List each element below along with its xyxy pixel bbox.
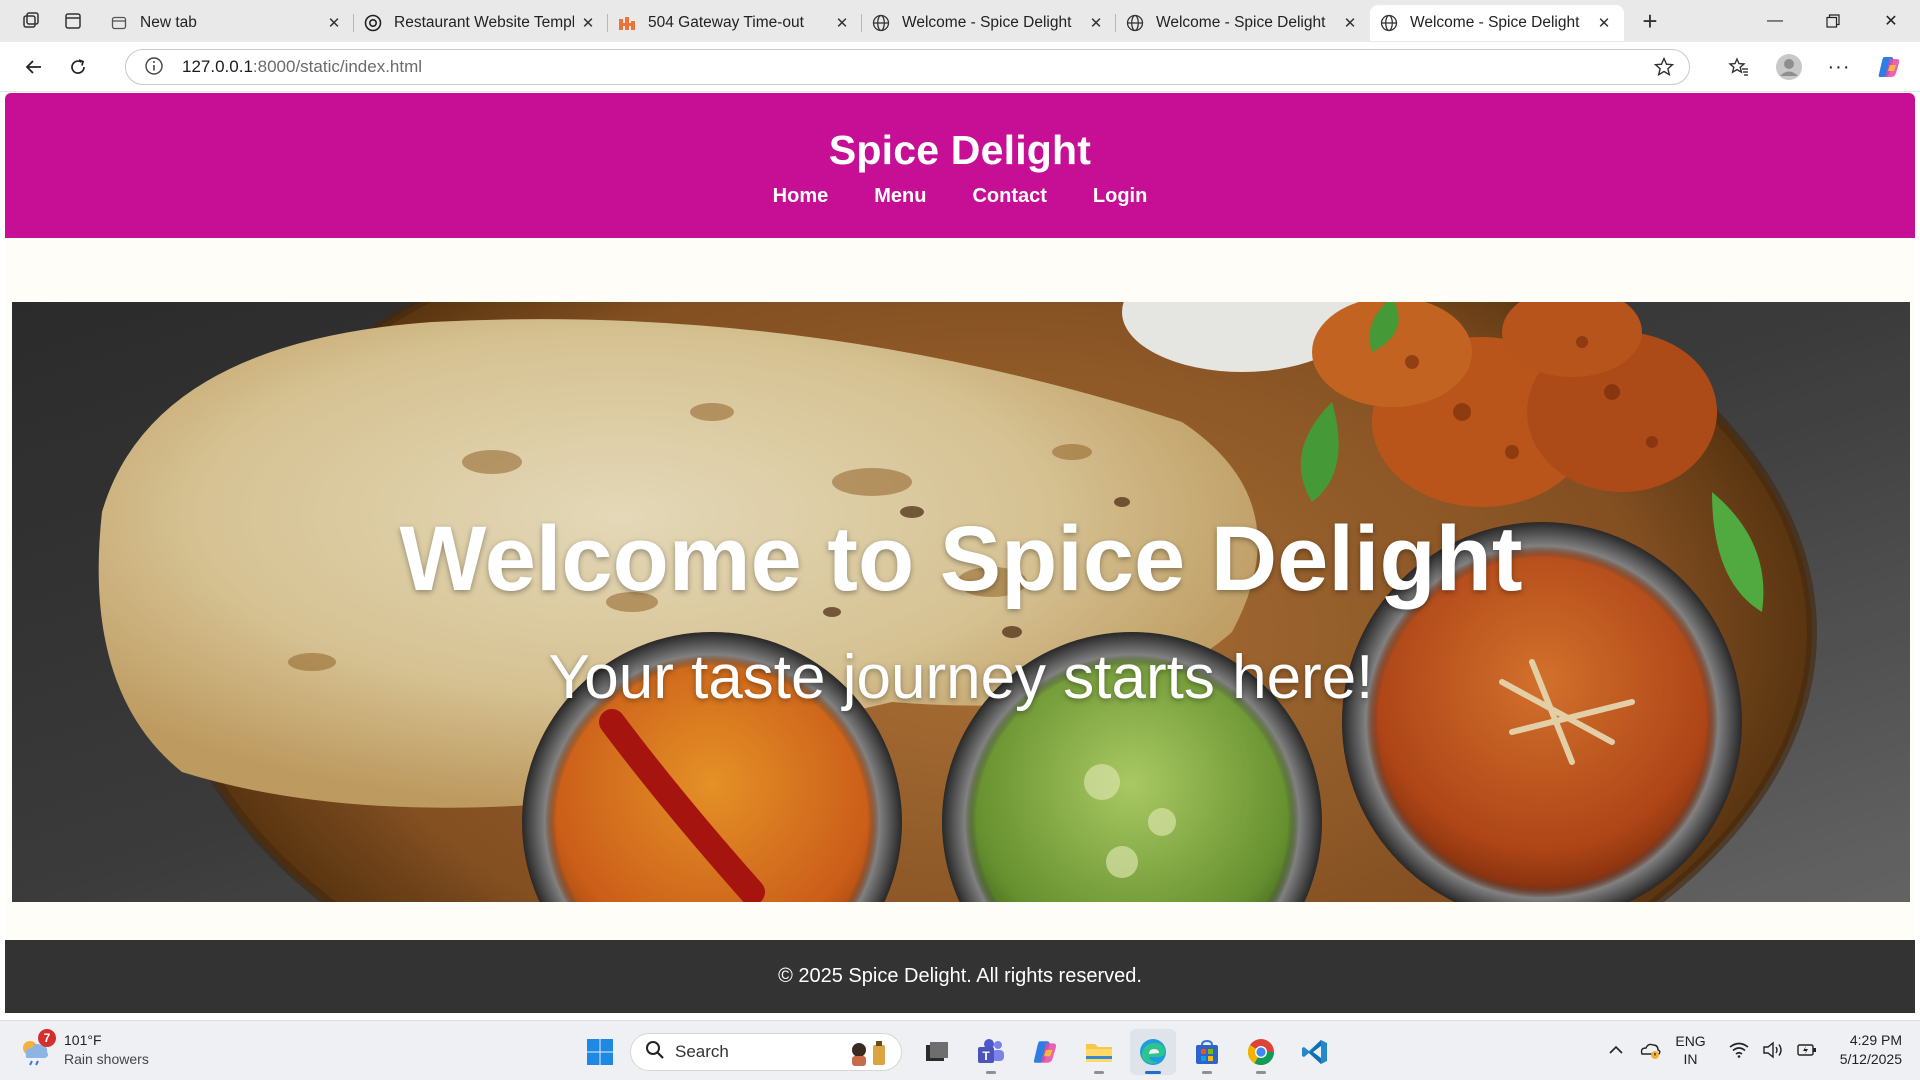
footer-copyright: © 2025 Spice Delight. All rights reserve… (778, 965, 1142, 987)
back-arrow-icon[interactable] (12, 47, 56, 87)
battery-icon[interactable] (1792, 1032, 1822, 1068)
running-indicator (1202, 1071, 1212, 1074)
more-options-icon[interactable]: ··· (1814, 47, 1864, 87)
close-window-icon[interactable]: ✕ (1862, 0, 1920, 42)
clock-time: 4:29 PM (1849, 1032, 1902, 1048)
minimize-icon[interactable]: — (1746, 0, 1804, 42)
task-view-icon[interactable] (914, 1029, 960, 1075)
close-icon[interactable]: ✕ (578, 13, 598, 33)
tab-title: Welcome - Spice Delight (1156, 14, 1326, 31)
close-icon[interactable]: ✕ (324, 13, 344, 33)
globe-icon (1126, 14, 1144, 32)
tab-title: New tab (140, 14, 197, 31)
nav-link-contact[interactable]: Contact (970, 185, 1048, 208)
close-icon[interactable]: ✕ (1340, 13, 1360, 33)
tab-welcome-2[interactable]: Welcome - Spice Delight ✕ (1115, 5, 1370, 41)
copilot-icon[interactable] (1864, 47, 1914, 87)
system-tray: ENG IN 4:29 PM 5/12/2025 (1597, 1031, 1902, 1069)
file-explorer-icon[interactable] (1076, 1029, 1122, 1075)
weather-alert-badge: 7 (38, 1029, 56, 1047)
clock[interactable]: 4:29 PM 5/12/2025 (1840, 1031, 1902, 1069)
hero-subtitle: Your taste journey starts here! (548, 643, 1374, 712)
site-header: Spice Delight Home Menu Contact Login (5, 93, 1915, 238)
site-info-icon[interactable] (144, 56, 166, 78)
copilot-app-icon[interactable] (1022, 1029, 1068, 1075)
search-highlight-icon (845, 1039, 893, 1067)
microsoft-store-icon[interactable] (1184, 1029, 1230, 1075)
teams-icon[interactable]: T (968, 1029, 1014, 1075)
weather-widget[interactable]: 7 101°F Rain showers (18, 1029, 149, 1069)
running-indicator (1256, 1071, 1266, 1074)
address-bar[interactable]: 127.0.0.1:8000/static/index.html (125, 49, 1690, 85)
nav-link-home[interactable]: Home (771, 185, 831, 208)
url-path: :8000/static/index.html (252, 57, 423, 76)
browser-viewport: Spice Delight Home Menu Contact Login We… (0, 92, 1920, 1020)
tab-actions-icon[interactable] (52, 0, 94, 42)
toolbar-right: ··· (1714, 47, 1914, 87)
wifi-icon[interactable] (1724, 1032, 1754, 1068)
clock-date: 5/12/2025 (1839, 1051, 1902, 1067)
edge-browser-icon[interactable] (1130, 1029, 1176, 1075)
volume-icon[interactable] (1758, 1032, 1788, 1068)
running-indicator (986, 1071, 996, 1074)
windows-taskbar: 7 101°F Rain showers Search T ENG IN 4:2… (0, 1020, 1920, 1080)
globe-icon (872, 14, 890, 32)
close-icon[interactable]: ✕ (1086, 13, 1106, 33)
tab-title: Restaurant Website Templa (394, 14, 574, 31)
site-footer: © 2025 Spice Delight. All rights reserve… (5, 940, 1915, 1013)
running-indicator (1145, 1071, 1161, 1074)
nav-link-menu[interactable]: Menu (872, 185, 928, 208)
svg-text:T: T (982, 1049, 990, 1063)
weather-condition: Rain showers (64, 1051, 149, 1067)
globe-icon (1380, 14, 1398, 32)
tab-welcome-1[interactable]: Welcome - Spice Delight ✕ (861, 5, 1116, 41)
tab-gateway-timeout[interactable]: 504 Gateway Time-out ✕ (607, 5, 862, 41)
workspaces-icon[interactable] (10, 0, 52, 42)
language-indicator[interactable]: ENG IN (1675, 1032, 1705, 1068)
close-icon[interactable]: ✕ (832, 13, 852, 33)
tab-title: Welcome - Spice Delight (902, 14, 1072, 31)
hostinger-icon (618, 14, 636, 32)
running-indicator (1094, 1071, 1104, 1074)
tab-restaurant-template[interactable]: Restaurant Website Templa ✕ (353, 5, 608, 41)
tab-title: 504 Gateway Time-out (648, 14, 804, 31)
nav-link-login[interactable]: Login (1091, 185, 1149, 208)
site-title: Spice Delight (828, 127, 1092, 173)
lang-line2: IN (1683, 1051, 1698, 1067)
taskbar-center: Search T (578, 1029, 1342, 1075)
tab-title: Welcome - Spice Delight (1410, 14, 1580, 31)
search-placeholder: Search (675, 1042, 729, 1061)
profile-avatar-icon[interactable] (1764, 47, 1814, 87)
chevron-up-icon[interactable] (1601, 1032, 1631, 1068)
favorite-star-icon[interactable] (1653, 56, 1675, 83)
new-tab-plus-icon[interactable]: + (1630, 1, 1670, 41)
hero-title: Welcome to Spice Delight (399, 508, 1523, 610)
tab-welcome-active[interactable]: Welcome - Spice Delight ✕ (1370, 5, 1624, 41)
restore-icon[interactable] (1804, 0, 1862, 42)
close-icon[interactable]: ✕ (1594, 13, 1614, 33)
window-controls: — ✕ (1746, 0, 1920, 42)
hero-banner: Welcome to Spice Delight Your taste jour… (12, 302, 1910, 902)
vscode-icon[interactable] (1292, 1029, 1338, 1075)
tab-new-tab[interactable]: New tab ✕ (100, 5, 354, 41)
url-host: 127.0.0.1 (182, 57, 253, 76)
new-tab-page-icon (110, 14, 128, 32)
windows-start-icon[interactable] (578, 1030, 622, 1074)
chatgpt-icon (364, 14, 382, 32)
weather-temp: 101°F (64, 1032, 102, 1048)
rain-cloud-icon: 7 (18, 1029, 56, 1068)
web-page: Spice Delight Home Menu Contact Login We… (5, 93, 1915, 1013)
chrome-icon[interactable] (1238, 1029, 1284, 1075)
lang-line1: ENG (1675, 1033, 1706, 1049)
taskbar-search[interactable]: Search (630, 1033, 902, 1071)
browser-toolbar: 127.0.0.1:8000/static/index.html ··· (0, 42, 1920, 92)
reload-icon[interactable] (56, 47, 100, 87)
onedrive-warning-icon[interactable] (1635, 1032, 1665, 1068)
search-icon (645, 1040, 665, 1065)
tab-strip: New tab ✕ Restaurant Website Templa ✕ 50… (0, 0, 1920, 42)
favorites-icon[interactable] (1714, 47, 1764, 87)
site-nav: Home Menu Contact Login (5, 185, 1915, 208)
